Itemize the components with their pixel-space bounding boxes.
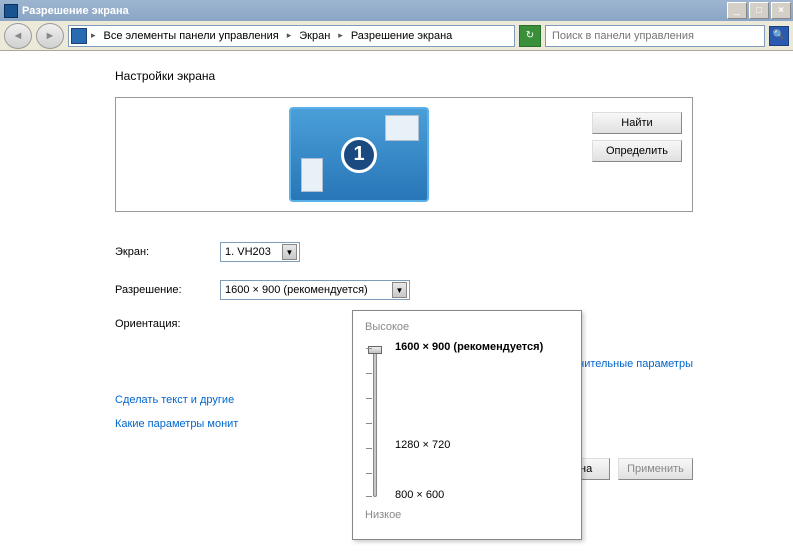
search-input[interactable] <box>548 30 762 42</box>
page-title: Настройки экрана <box>115 69 693 83</box>
resolution-label: Разрешение: <box>115 284 220 296</box>
maximize-button[interactable]: □ <box>749 2 769 19</box>
breadcrumb[interactable]: ▸ Все элементы панели управления ▸ Экран… <box>68 25 515 47</box>
breadcrumb-part[interactable]: Экран <box>295 28 334 44</box>
dropdown-arrow-icon: ▼ <box>282 244 297 260</box>
resolution-option: 1280 × 720 <box>395 439 450 451</box>
monitor-preview[interactable]: 1 <box>289 107 429 202</box>
find-button[interactable]: Найти <box>592 112 682 134</box>
refresh-button[interactable]: ↻ <box>519 25 541 47</box>
slider-low-label: Низкое <box>365 509 569 521</box>
chevron-icon: ▸ <box>285 30 294 41</box>
resolution-option: 800 × 600 <box>395 489 444 501</box>
search-box <box>545 25 765 47</box>
orientation-label: Ориентация: <box>115 318 220 330</box>
identify-button[interactable]: Определить <box>592 140 682 162</box>
resolution-slider[interactable] <box>373 347 377 497</box>
app-icon <box>4 4 18 18</box>
breadcrumb-part[interactable]: Все элементы панели управления <box>100 28 283 44</box>
window-title: Разрешение экрана <box>22 5 727 17</box>
search-button[interactable]: 🔍 <box>769 26 789 46</box>
resolution-value: 1600 × 900 (рекомендуется) <box>225 284 392 296</box>
forward-button[interactable]: ► <box>36 23 64 49</box>
back-button[interactable]: ◄ <box>4 23 32 49</box>
screen-select[interactable]: 1. VH203 ▼ <box>220 242 300 262</box>
breadcrumb-part[interactable]: Разрешение экрана <box>347 28 456 44</box>
screen-label: Экран: <box>115 246 220 258</box>
display-preview: 1 Найти Определить <box>115 97 693 212</box>
resolution-slider-popup: Высокое 1600 × 900 (рекомендуется) 1280 … <box>352 310 582 540</box>
slider-high-label: Высокое <box>365 321 569 333</box>
dropdown-arrow-icon: ▼ <box>392 282 407 298</box>
navbar: ◄ ► ▸ Все элементы панели управления ▸ Э… <box>0 21 793 51</box>
apply-button[interactable]: Применить <box>618 458 693 480</box>
preview-window-icon <box>301 158 323 192</box>
screen-value: 1. VH203 <box>225 246 282 258</box>
monitor-number: 1 <box>341 137 377 173</box>
preview-window-icon <box>385 115 419 141</box>
chevron-icon: ▸ <box>89 30 98 41</box>
titlebar: Разрешение экрана _ □ × <box>0 0 793 21</box>
location-icon <box>71 28 87 44</box>
resolution-option-current: 1600 × 900 (рекомендуется) <box>395 341 543 353</box>
close-button[interactable]: × <box>771 2 791 19</box>
chevron-icon: ▸ <box>336 30 345 41</box>
resolution-select[interactable]: 1600 × 900 (рекомендуется) ▼ <box>220 280 410 300</box>
minimize-button[interactable]: _ <box>727 2 747 19</box>
